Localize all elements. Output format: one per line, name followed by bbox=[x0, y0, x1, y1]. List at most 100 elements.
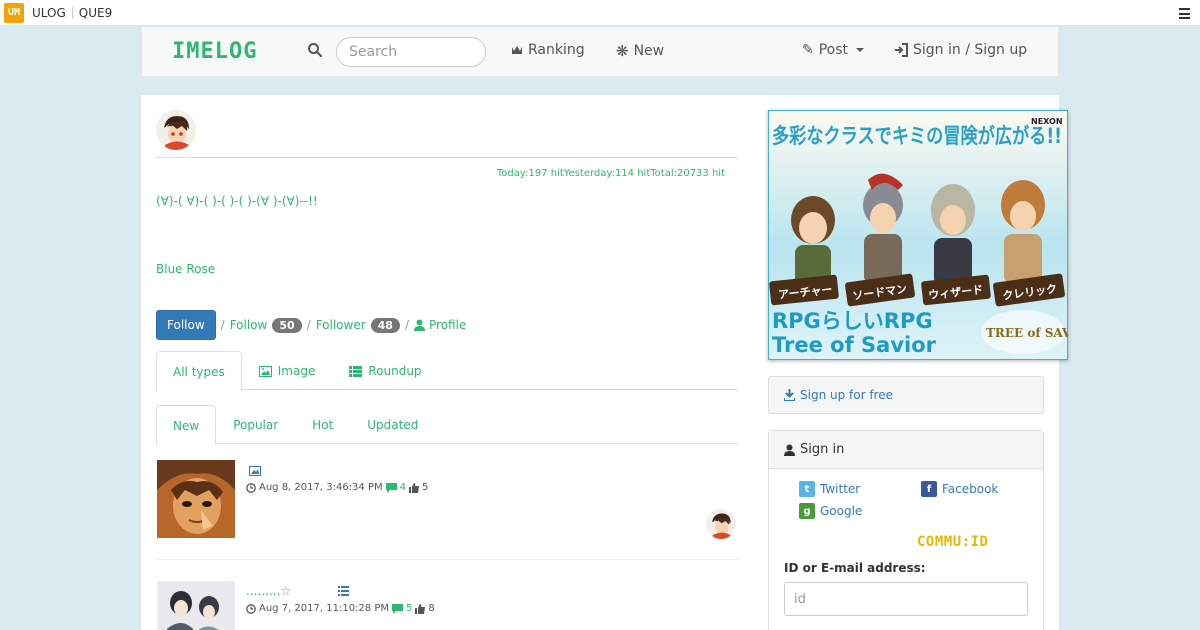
crown-icon bbox=[512, 46, 522, 54]
um-logo[interactable]: UM bbox=[4, 2, 24, 23]
tab-label: Image bbox=[277, 364, 316, 378]
type-tabs: All types Image Roundup bbox=[156, 351, 738, 391]
brand-logo[interactable]: IMELOG bbox=[172, 39, 257, 64]
avatar[interactable] bbox=[156, 110, 196, 150]
tab-popular[interactable]: Popular bbox=[216, 405, 295, 444]
follow-link[interactable]: Follow 50 bbox=[230, 318, 302, 333]
follow-row: Follow / Follow 50 / Follower 48 / Profile bbox=[156, 310, 466, 340]
twitter-label: Twitter bbox=[820, 482, 861, 496]
sign-in-icon bbox=[895, 43, 908, 57]
ad-logo: TREE of SAVIOR bbox=[986, 326, 1068, 340]
comment-icon bbox=[385, 482, 397, 493]
search-icon[interactable] bbox=[307, 42, 323, 58]
entry-meta: Aug 8, 2017, 3:46:34 PM 4 5 bbox=[246, 482, 428, 493]
signup-button[interactable]: Sign up for free bbox=[768, 376, 1044, 414]
facebook-login[interactable]: f Facebook bbox=[921, 481, 998, 497]
follow-button[interactable]: Follow bbox=[156, 310, 216, 340]
entry-thumbnail[interactable] bbox=[157, 581, 235, 630]
nav-post-label: Post bbox=[818, 42, 849, 58]
nav-ranking[interactable]: Ranking bbox=[511, 42, 585, 58]
caret-down-icon bbox=[856, 48, 865, 52]
user-icon bbox=[784, 444, 795, 456]
facebook-label: Facebook bbox=[942, 482, 999, 496]
comment-icon bbox=[391, 603, 403, 614]
id-label: ID or E-mail address: bbox=[784, 561, 926, 575]
list-icon bbox=[338, 585, 349, 600]
tab-label: All types bbox=[173, 364, 225, 379]
twitter-icon: t bbox=[799, 481, 815, 497]
hit-counter: Today:197 hitYesterday:114 hitTotal:2073… bbox=[496, 168, 725, 179]
profile-link[interactable]: Profile bbox=[414, 318, 466, 332]
entry-comment-count: 5 bbox=[405, 603, 413, 614]
tab-image[interactable]: Image bbox=[242, 351, 333, 390]
nav-ranking-label: Ranking bbox=[528, 42, 585, 58]
ad-tagline-2: Tree of Savior bbox=[772, 333, 937, 357]
list-item[interactable]: Aug 8, 2017, 3:46:34 PM 4 5 bbox=[156, 460, 738, 560]
ad-tagline-1: RPGらしいRPG bbox=[772, 309, 933, 333]
profile-name: Blue Rose bbox=[156, 262, 216, 276]
tab-hot[interactable]: Hot bbox=[295, 405, 350, 444]
entry-comment-count: 4 bbox=[399, 482, 406, 493]
google-login[interactable]: g Google bbox=[799, 503, 862, 519]
commu-id-logo[interactable]: COMMU:ID bbox=[917, 534, 988, 550]
facebook-icon: f bbox=[921, 481, 937, 497]
ad-publisher: NEXON bbox=[1031, 117, 1063, 126]
entry-date: Aug 8, 2017, 3:46:34 PM bbox=[259, 482, 383, 493]
signin-title: Sign in bbox=[800, 442, 845, 457]
search-input[interactable] bbox=[336, 37, 486, 67]
tab-label: Roundup bbox=[368, 364, 422, 378]
thumbs-up-icon bbox=[415, 603, 426, 614]
list-item[interactable]: .........☆ Aug 7, 2017, 11:10:28 PM 5 8 bbox=[156, 581, 738, 630]
google-icon: g bbox=[799, 503, 815, 519]
main-panel: Today:197 hitYesterday:114 hitTotal:2073… bbox=[141, 95, 1068, 630]
clock-icon bbox=[246, 482, 256, 493]
list-icon bbox=[349, 365, 363, 377]
nav-sign-label: Sign in / Sign up bbox=[913, 42, 1028, 58]
google-label: Google bbox=[820, 504, 863, 518]
asterisk-icon: ❋ bbox=[616, 42, 629, 60]
image-icon bbox=[258, 365, 272, 377]
entry-like-count: 8 bbox=[428, 603, 435, 614]
ad-banner[interactable]: 多彩なクラスでキミの冒険が広がる!! NEXON アーチャー ソードマン ウィザ… bbox=[768, 110, 1068, 360]
image-icon bbox=[249, 465, 261, 480]
menu-icon[interactable] bbox=[1179, 8, 1190, 19]
signup-label: Sign up for free bbox=[800, 388, 893, 402]
nav-sign-in[interactable]: Sign in / Sign up bbox=[894, 42, 1027, 58]
id-input[interactable] bbox=[784, 582, 1028, 616]
follow-count-badge: 50 bbox=[272, 318, 302, 333]
tab-new[interactable]: New bbox=[156, 405, 217, 445]
avatar[interactable] bbox=[706, 509, 736, 539]
pencil-icon: ✎ bbox=[802, 42, 814, 58]
tab-all-types[interactable]: All types bbox=[156, 351, 242, 391]
profile-label: Profile bbox=[429, 318, 467, 332]
user-icon bbox=[414, 319, 426, 331]
entry-thumbnail[interactable] bbox=[157, 460, 235, 538]
divider bbox=[71, 6, 73, 19]
tab-roundup[interactable]: Roundup bbox=[332, 351, 438, 390]
top-bar: UM ULOG QUE9 bbox=[0, 0, 1200, 26]
divider bbox=[156, 157, 738, 158]
download-icon bbox=[784, 389, 795, 401]
follower-label: Follower bbox=[315, 318, 366, 332]
signin-header: Sign in bbox=[769, 431, 1043, 469]
sort-tabs: New Popular Hot Updated bbox=[156, 405, 738, 445]
entry-meta: Aug 7, 2017, 11:10:28 PM 5 8 bbox=[246, 603, 435, 614]
follower-link[interactable]: Follower 48 bbox=[315, 318, 400, 333]
profile-message: (∀)-( ∀)-( )-( )-( )-(∀ )-(∀)--!! bbox=[156, 194, 318, 208]
nav-new[interactable]: ❋ New bbox=[616, 42, 664, 60]
clock-icon bbox=[246, 603, 256, 614]
nav-new-label: New bbox=[633, 43, 665, 59]
navbar: IMELOG Ranking ❋ New ✎ Post Sign in / Si… bbox=[141, 27, 1059, 77]
entry-like-count: 5 bbox=[422, 482, 429, 493]
tab-updated[interactable]: Updated bbox=[350, 405, 435, 444]
ad-headline: 多彩なクラスでキミの冒険が広がる!! bbox=[772, 124, 1062, 148]
ulog-link[interactable]: ULOG bbox=[32, 6, 66, 20]
follower-count-badge: 48 bbox=[370, 318, 400, 333]
entry-title[interactable]: .........☆ bbox=[246, 584, 291, 598]
signin-panel: Sign in t Twitter f Facebook g Google CO… bbox=[768, 430, 1044, 630]
nav-post-dropdown[interactable]: ✎ Post bbox=[802, 42, 865, 58]
que9-link[interactable]: QUE9 bbox=[79, 6, 112, 20]
entry-date: Aug 7, 2017, 11:10:28 PM bbox=[259, 603, 389, 614]
thumbs-up-icon bbox=[409, 482, 419, 493]
twitter-login[interactable]: t Twitter bbox=[799, 481, 860, 497]
